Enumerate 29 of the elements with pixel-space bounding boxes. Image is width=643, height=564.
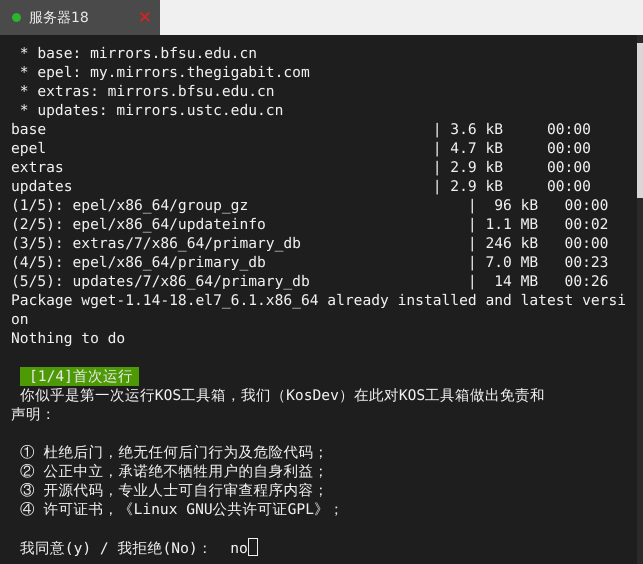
tab-label: 服务器18 [29,8,90,26]
tab[interactable]: 服务器18 ✕ [0,0,160,35]
terminal-line: * updates: mirrors.ustc.edu.cn [18,102,284,119]
terminal-line: (3/5): extras/7/x86_64/primary_db | 246 kB 00:00 [11,235,608,252]
terminal-line: Nothing to do [11,330,126,347]
typed-input[interactable]: no [230,540,248,557]
terminal-line: base | 3.6 kB 00:00 [11,121,591,138]
cursor-icon [248,538,258,556]
terminal-line: ① 杜绝后门，绝无任何后门行为及危险代码； [18,444,329,461]
terminal-line: ④ 许可证书，《Linux GNU公共许可证GPL》； [18,501,344,518]
scrollbar-thumb[interactable] [637,43,643,198]
terminal-line: (1/5): epel/x86_64/group_gz | 96 kB 00:00 [11,197,608,214]
prompt-text: 我同意(y) / 我拒绝(No)： [18,540,214,557]
terminal-line: * extras: mirrors.bfsu.edu.cn [18,83,275,100]
terminal-line: ③ 开源代码，专业人士可自行审查程序内容； [18,482,329,499]
terminal-line: updates | 2.9 kB 00:00 [11,178,591,195]
step-heading: [1/4]首次运行 [20,367,139,386]
terminal-line: Package wget-1.14-18.el7_6.1.x86_64 already installed and latest versi [11,292,626,309]
terminal-line: on [11,311,29,328]
terminal-line: 你似乎是第一次运行KOS工具箱，我们（KosDev）在此对KOS工具箱做出免责和 [18,387,546,404]
terminal-line: (5/5): updates/7/x86_64/primary_db | 14 MB 00:26 [11,273,608,290]
terminal-line: ② 公正中立，承诺绝不牺牲用户的自身利益； [18,463,329,480]
terminal-line: extras | 2.9 kB 00:00 [11,159,591,176]
terminal-line: epel | 4.7 kB 00:00 [11,140,591,157]
terminal-line: (4/5): epel/x86_64/primary_db | 7.0 MB 00:23 [11,254,608,271]
terminal-line: (2/5): epel/x86_64/updateinfo | 1.1 MB 00:02 [11,216,608,233]
terminal-line: * epel: my.mirrors.thegigabit.com [18,64,310,81]
terminal-line: 声明： [11,406,56,423]
terminal-line: * base: mirrors.bfsu.edu.cn [18,45,258,62]
